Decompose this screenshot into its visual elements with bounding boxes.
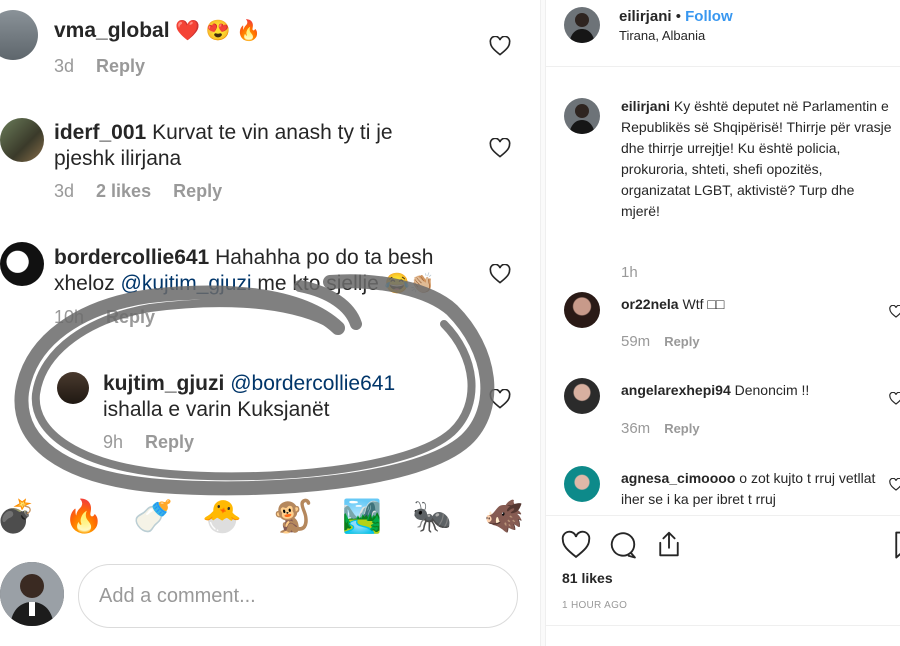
emoji-landscape[interactable]: 🏞️: [340, 494, 384, 538]
post-author-username[interactable]: eilirjani: [619, 8, 672, 25]
comment-time: 59m: [621, 333, 651, 350]
caption-author-avatar[interactable]: [564, 98, 600, 134]
comment-text: angelarexhepi94 Denoncim !!: [621, 380, 881, 401]
footer-divider: [546, 625, 900, 626]
share-icon[interactable]: [654, 529, 684, 559]
comment-username[interactable]: kujtim_gjuzi: [103, 372, 224, 395]
like-heart-icon[interactable]: [889, 305, 900, 318]
emoji-ant[interactable]: 🐜: [410, 494, 454, 538]
post-author-avatar[interactable]: [564, 7, 600, 43]
comment-meta: 36m Reply: [621, 420, 714, 437]
caption-time[interactable]: 1h: [621, 264, 638, 281]
comment-meta: 59m Reply: [621, 333, 714, 350]
post-location[interactable]: Tirana, Albania: [619, 28, 705, 43]
comment-username[interactable]: angelarexhepi94: [621, 382, 731, 398]
add-comment-input[interactable]: [78, 564, 518, 628]
heart-icon[interactable]: [561, 530, 591, 560]
likes-count[interactable]: 81 likes: [562, 570, 613, 586]
actions-divider: [546, 515, 900, 516]
comment-meta: 9h Reply: [103, 432, 216, 453]
like-heart-icon[interactable]: [489, 36, 511, 56]
post-timestamp[interactable]: 1 HOUR AGO: [562, 600, 627, 611]
comment-time: 3d: [54, 56, 75, 76]
separator-dot: •: [675, 8, 681, 25]
post-header: eilirjani • Follow: [619, 8, 733, 25]
comment-time: 10h: [54, 307, 85, 327]
comment-meta: 3d Reply: [54, 56, 167, 77]
current-user-avatar: [0, 562, 64, 626]
like-heart-icon[interactable]: [889, 392, 900, 405]
comment-text: vma_global ❤️ 😍 🔥: [54, 18, 261, 44]
comment-meta: 10h Reply: [54, 307, 177, 328]
caption-username[interactable]: eilirjani: [621, 98, 670, 114]
comment-body: Wtf □□: [682, 296, 725, 312]
comment-text: or22nela Wtf □□: [621, 294, 881, 315]
header-divider: [546, 66, 900, 67]
follow-button[interactable]: Follow: [685, 8, 733, 25]
like-heart-icon[interactable]: [489, 264, 511, 284]
comment-username[interactable]: iderf_001: [54, 121, 146, 144]
comment-text: iderf_001 Kurvat te vin anash ty ti je p…: [54, 120, 434, 172]
comment-emoji: 😂👏🏼: [384, 273, 435, 295]
mention-link[interactable]: @bordercollie641: [230, 372, 395, 395]
comment-time: 9h: [103, 432, 124, 452]
reply-button[interactable]: Reply: [173, 181, 222, 201]
emoji-baby-bottle[interactable]: 🍼: [131, 494, 175, 538]
emoji-fire[interactable]: 🔥: [62, 494, 106, 538]
avatar[interactable]: [57, 372, 89, 404]
likes-count[interactable]: 2 likes: [96, 181, 151, 201]
reply-button[interactable]: Reply: [664, 334, 699, 349]
like-heart-icon[interactable]: [489, 389, 511, 409]
comment-text: kujtim_gjuzi @bordercollie641 ishalla e …: [103, 371, 443, 423]
emoji-hatching-chick[interactable]: 🐣: [200, 494, 244, 538]
comment-text: agnesa_cimoooo o zot kujto t rruj vetlla…: [621, 468, 883, 510]
bookmark-icon[interactable]: [890, 530, 900, 560]
avatar[interactable]: [0, 10, 38, 60]
comment-body: me kto sjellje: [251, 272, 385, 295]
post-panel: eilirjani • Follow Tirana, Albania eilir…: [546, 0, 900, 646]
comment-time: 3d: [54, 181, 75, 201]
avatar[interactable]: [564, 378, 600, 414]
comment-username[interactable]: or22nela: [621, 296, 679, 312]
reply-button[interactable]: Reply: [664, 421, 699, 436]
avatar[interactable]: [0, 118, 44, 162]
mention-link[interactable]: @kujtim_gjuzi: [121, 272, 252, 295]
comment-icon[interactable]: [608, 530, 638, 560]
post-caption: eilirjani Ky është deputet në Parlamenti…: [621, 96, 893, 222]
like-heart-icon[interactable]: [489, 138, 511, 158]
reply-button[interactable]: Reply: [106, 307, 155, 327]
avatar[interactable]: [0, 242, 44, 286]
avatar[interactable]: [564, 466, 600, 502]
comment-username[interactable]: bordercollie641: [54, 246, 209, 269]
comment-time: 36m: [621, 420, 651, 437]
emoji-boar[interactable]: 🐗: [482, 494, 526, 538]
comment-body: ishalla e varin Kuksjanët: [103, 398, 330, 421]
avatar[interactable]: [564, 292, 600, 328]
comment-username[interactable]: agnesa_cimoooo: [621, 470, 735, 486]
comment-meta: 3d 2 likes Reply: [54, 181, 244, 202]
comment-text: bordercollie641 Hahahha po do ta besh xh…: [54, 245, 464, 297]
comments-panel: vma_global ❤️ 😍 🔥 3d Reply iderf_001 Kurv…: [0, 0, 540, 646]
comment-body: Denoncim !!: [734, 382, 810, 398]
emoji-bar: 💣 🔥 🍼 🐣 🐒 🏞️ 🐜 🐗: [0, 490, 540, 546]
comment-emoji: ❤️ 😍 🔥: [175, 20, 262, 42]
comment-username[interactable]: vma_global: [54, 19, 170, 42]
emoji-bomb[interactable]: 💣: [0, 494, 38, 538]
caption-text: Ky është deputet në Parlamentin e Republ…: [621, 98, 892, 219]
like-heart-icon[interactable]: [889, 478, 900, 491]
reply-button[interactable]: Reply: [145, 432, 194, 452]
emoji-monkey[interactable]: 🐒: [271, 494, 315, 538]
reply-button[interactable]: Reply: [96, 56, 145, 76]
